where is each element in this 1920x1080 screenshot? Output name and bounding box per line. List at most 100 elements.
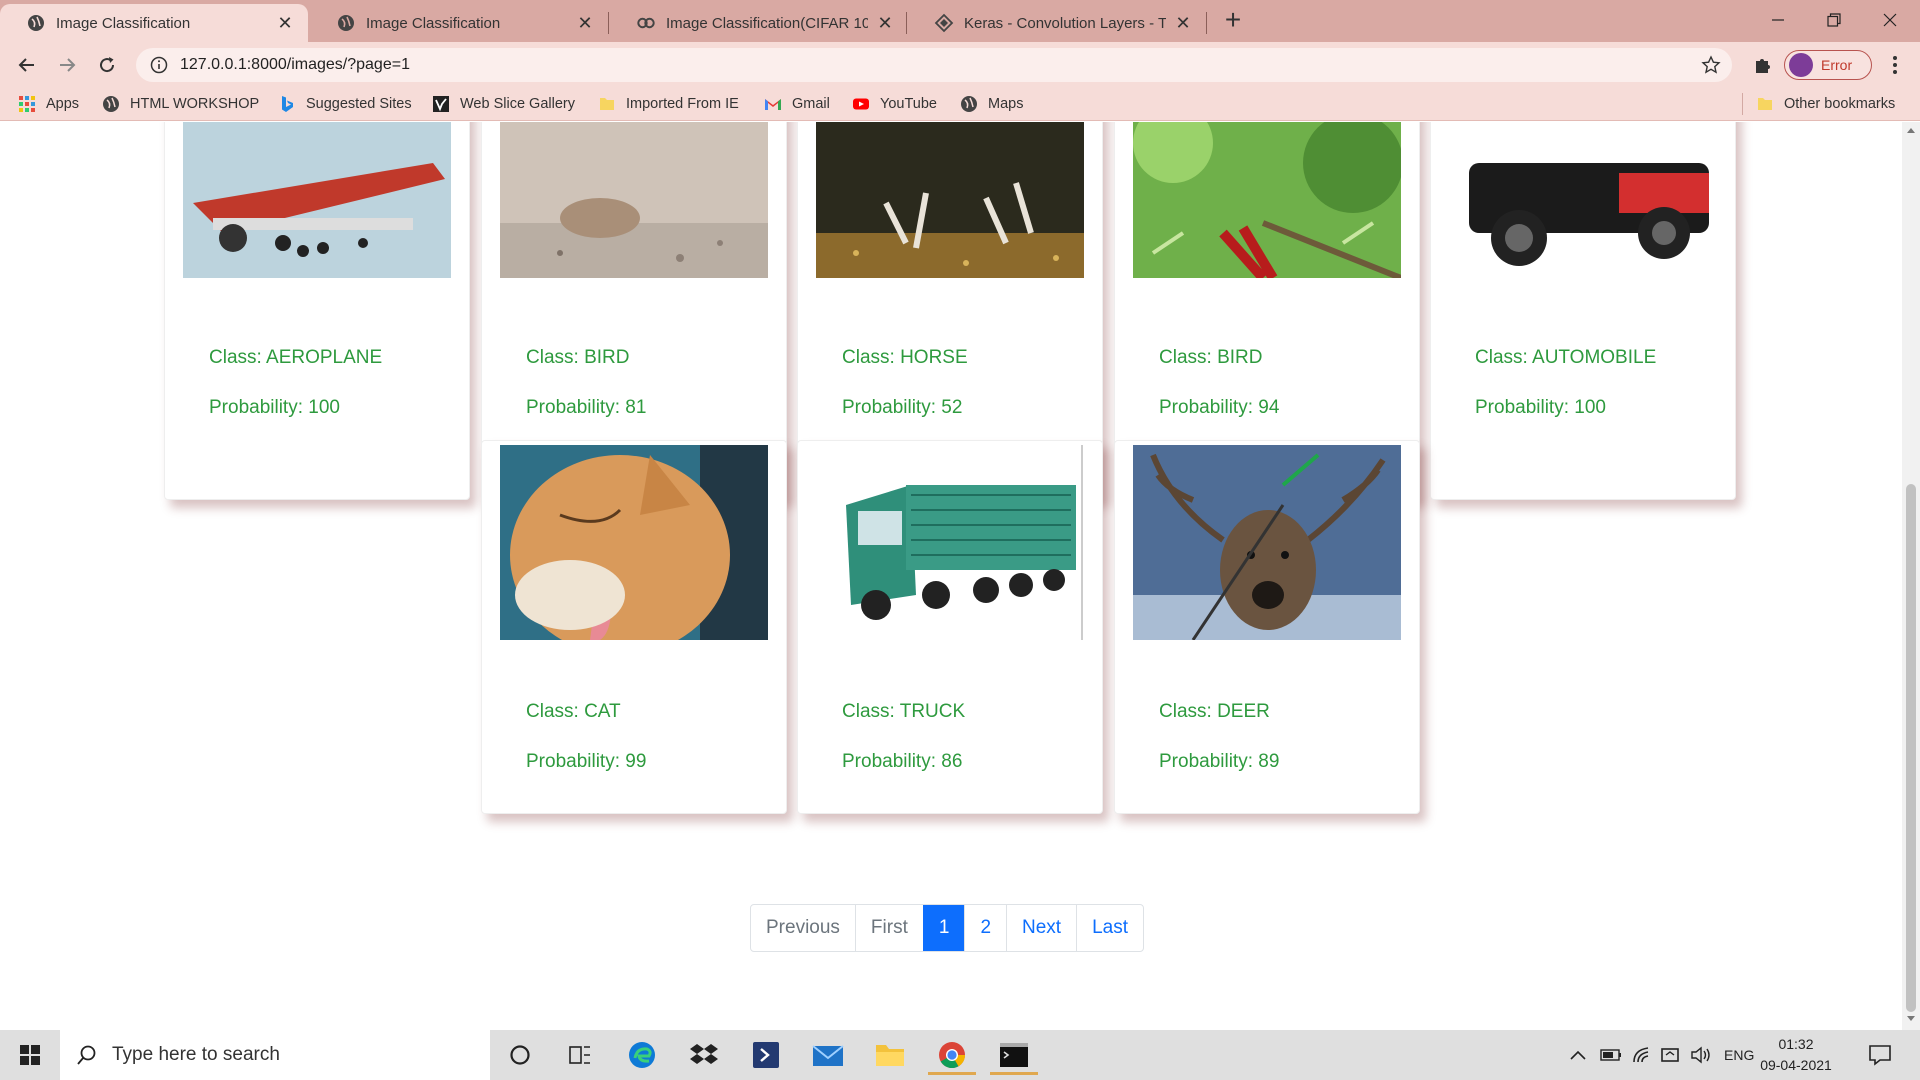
chrome-taskbar-button[interactable] (928, 1035, 976, 1075)
restore-button[interactable] (1806, 0, 1862, 40)
cortana-circle-icon (510, 1045, 530, 1065)
scrollbar-thumb[interactable] (1906, 484, 1916, 1012)
pagination-next[interactable]: Next (1006, 905, 1076, 951)
network-tray-icon-button[interactable] (1632, 1042, 1652, 1068)
tab-title: Image Classification(CIFAR 10).ip (666, 14, 868, 32)
show-hidden-icons-button[interactable] (1570, 1042, 1586, 1068)
bookmark-maps[interactable]: Maps (960, 93, 1023, 115)
clock[interactable]: 01:32 09-04-2021 (1748, 1034, 1844, 1076)
bookmark-label: Other bookmarks (1784, 96, 1896, 112)
bird-ground-image (500, 122, 768, 278)
browser-toolbar: 127.0.0.1:8000/images/?page=1 Error (0, 42, 1920, 87)
bookmark-gmail[interactable]: Gmail (764, 93, 830, 115)
close-tab-icon[interactable]: ✕ (276, 14, 294, 32)
bookmark-suggested-sites[interactable]: Suggested Sites (278, 93, 412, 115)
horse-image (816, 122, 1084, 278)
minimize-button[interactable] (1750, 0, 1806, 40)
bing-icon (282, 96, 293, 112)
bookmark-label: Gmail (792, 96, 830, 112)
notifications-button[interactable] (1868, 1042, 1892, 1068)
scroll-down-arrow-icon[interactable] (1907, 1016, 1915, 1021)
close-icon (1883, 13, 1897, 27)
scroll-up-arrow-icon[interactable] (1907, 128, 1915, 133)
back-button[interactable] (10, 48, 44, 82)
pagination-page-2[interactable]: 2 (964, 905, 1006, 951)
result-card: Class: CAT Probability: 99 (481, 440, 787, 814)
projector-icon (1661, 1048, 1679, 1062)
tab-title: Image Classification (56, 14, 191, 32)
tab-image-classification-1[interactable]: Image Classification ✕ (0, 4, 308, 42)
reload-button[interactable] (90, 48, 124, 82)
tab-image-classification-2[interactable]: Image Classification ✕ (310, 4, 608, 42)
vertical-scrollbar[interactable] (1902, 122, 1920, 1030)
mail-taskbar-button[interactable] (804, 1035, 852, 1075)
task-view-button[interactable] (556, 1035, 604, 1075)
probability-label: Probability: 94 (1159, 397, 1280, 418)
class-label: Class: TRUCK (842, 701, 966, 722)
battery-tray-icon-button[interactable] (1600, 1042, 1622, 1068)
bookmark-star-button[interactable] (1696, 48, 1726, 82)
cortana-button[interactable] (496, 1035, 544, 1075)
profile-button[interactable]: Error (1784, 50, 1872, 80)
probability-label: Probability: 81 (526, 397, 647, 418)
new-tab-button[interactable]: + (1220, 6, 1246, 34)
display-tray-icon-button[interactable] (1660, 1042, 1682, 1068)
wifi-icon (1633, 1047, 1649, 1063)
file-explorer-taskbar-button[interactable] (866, 1035, 914, 1075)
pagination-previous[interactable]: Previous (751, 905, 855, 951)
chrome-icon (939, 1042, 966, 1069)
open-app-indicator (990, 1072, 1038, 1075)
bookmarks-bar: Apps HTML WORKSHOP Suggested Sites Web S… (0, 87, 1920, 121)
powershell-taskbar-button[interactable] (742, 1035, 790, 1075)
globe-icon (961, 96, 977, 112)
powershell-icon (753, 1042, 779, 1068)
close-tab-icon[interactable]: ✕ (876, 14, 894, 32)
web-slice-icon (433, 96, 449, 112)
probability-label: Probability: 89 (1159, 751, 1280, 772)
bookmark-label: Imported From IE (626, 96, 739, 112)
tab-title: Image Classification (366, 14, 501, 32)
close-window-button[interactable] (1862, 0, 1918, 40)
bookmark-web-slice-gallery[interactable]: Web Slice Gallery (432, 93, 575, 115)
bookmark-html-workshop[interactable]: HTML WORKSHOP (102, 93, 259, 115)
bookmark-other-bookmarks[interactable]: Other bookmarks (1756, 93, 1895, 115)
address-bar[interactable]: 127.0.0.1:8000/images/?page=1 (136, 48, 1732, 82)
terminal-taskbar-button[interactable] (990, 1035, 1038, 1075)
volume-tray-icon-button[interactable] (1690, 1042, 1712, 1068)
bookmark-imported-from-ie[interactable]: Imported From IE (598, 93, 739, 115)
class-label: Class: BIRD (526, 347, 630, 368)
dropbox-taskbar-button[interactable] (680, 1035, 728, 1075)
probability-label: Probability: 100 (209, 397, 340, 418)
close-tab-icon[interactable]: ✕ (1174, 14, 1192, 32)
folder-icon (876, 1045, 904, 1066)
pagination-page-1[interactable]: 1 (922, 905, 965, 951)
bookmark-label: YouTube (880, 96, 937, 112)
notification-center-icon (1869, 1045, 1891, 1066)
bookmark-label: Maps (988, 96, 1024, 112)
extensions-button[interactable] (1748, 50, 1778, 80)
pagination-first[interactable]: First (854, 905, 923, 951)
bookmark-label: Suggested Sites (306, 96, 412, 112)
bookmark-label: Web Slice Gallery (460, 96, 575, 112)
forward-button[interactable] (50, 48, 84, 82)
start-button[interactable] (6, 1035, 54, 1075)
bookmark-label: Apps (46, 96, 80, 112)
taskbar-search-box[interactable]: Type here to search (60, 1030, 490, 1080)
tab-divider (1206, 12, 1207, 34)
edge-icon (629, 1042, 655, 1068)
tab-colab-notebook[interactable]: Image Classification(CIFAR 10).ip ✕ (610, 4, 908, 42)
browser-menu-button[interactable] (1880, 50, 1910, 80)
aeroplane-image (183, 122, 451, 278)
automobile-image (1449, 122, 1717, 278)
pagination-last[interactable]: Last (1076, 905, 1143, 951)
info-icon[interactable] (150, 56, 168, 74)
bookmark-youtube[interactable]: YouTube (852, 93, 937, 115)
task-view-icon (569, 1046, 590, 1064)
tab-keras-tutorial[interactable]: Keras - Convolution Layers - Tuto ✕ (908, 4, 1206, 42)
clock-time: 01:32 (1778, 1036, 1814, 1052)
close-tab-icon[interactable]: ✕ (576, 14, 594, 32)
tab-divider (608, 12, 609, 34)
bookmark-apps[interactable]: Apps (18, 93, 79, 115)
edge-taskbar-button[interactable] (618, 1035, 666, 1075)
folder-icon (600, 98, 614, 110)
